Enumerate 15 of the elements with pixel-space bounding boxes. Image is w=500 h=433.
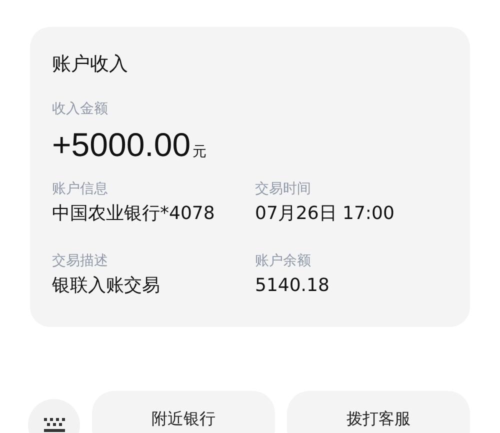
amount-value: +5000.00	[52, 125, 191, 165]
field-value: 07月26日 17:00	[255, 202, 396, 226]
field-label: 交易描述	[52, 252, 109, 271]
card-title: 账户收入	[52, 52, 129, 77]
action-button[interactable]: 拨打客服	[287, 391, 470, 433]
keyboard-icon	[43, 418, 65, 432]
field-label: 账户信息	[52, 180, 109, 199]
field-value: 5140.18	[255, 274, 330, 298]
field-label: 账户余额	[255, 252, 312, 271]
amount-label: 收入金额	[52, 100, 109, 119]
action-button[interactable]: 附近银行	[92, 391, 275, 433]
field-value: 中国农业银行*4078	[52, 202, 216, 226]
field-label: 交易时间	[255, 180, 312, 199]
field-value: 银联入账交易	[52, 274, 161, 298]
currency-unit: 元	[192, 143, 207, 161]
